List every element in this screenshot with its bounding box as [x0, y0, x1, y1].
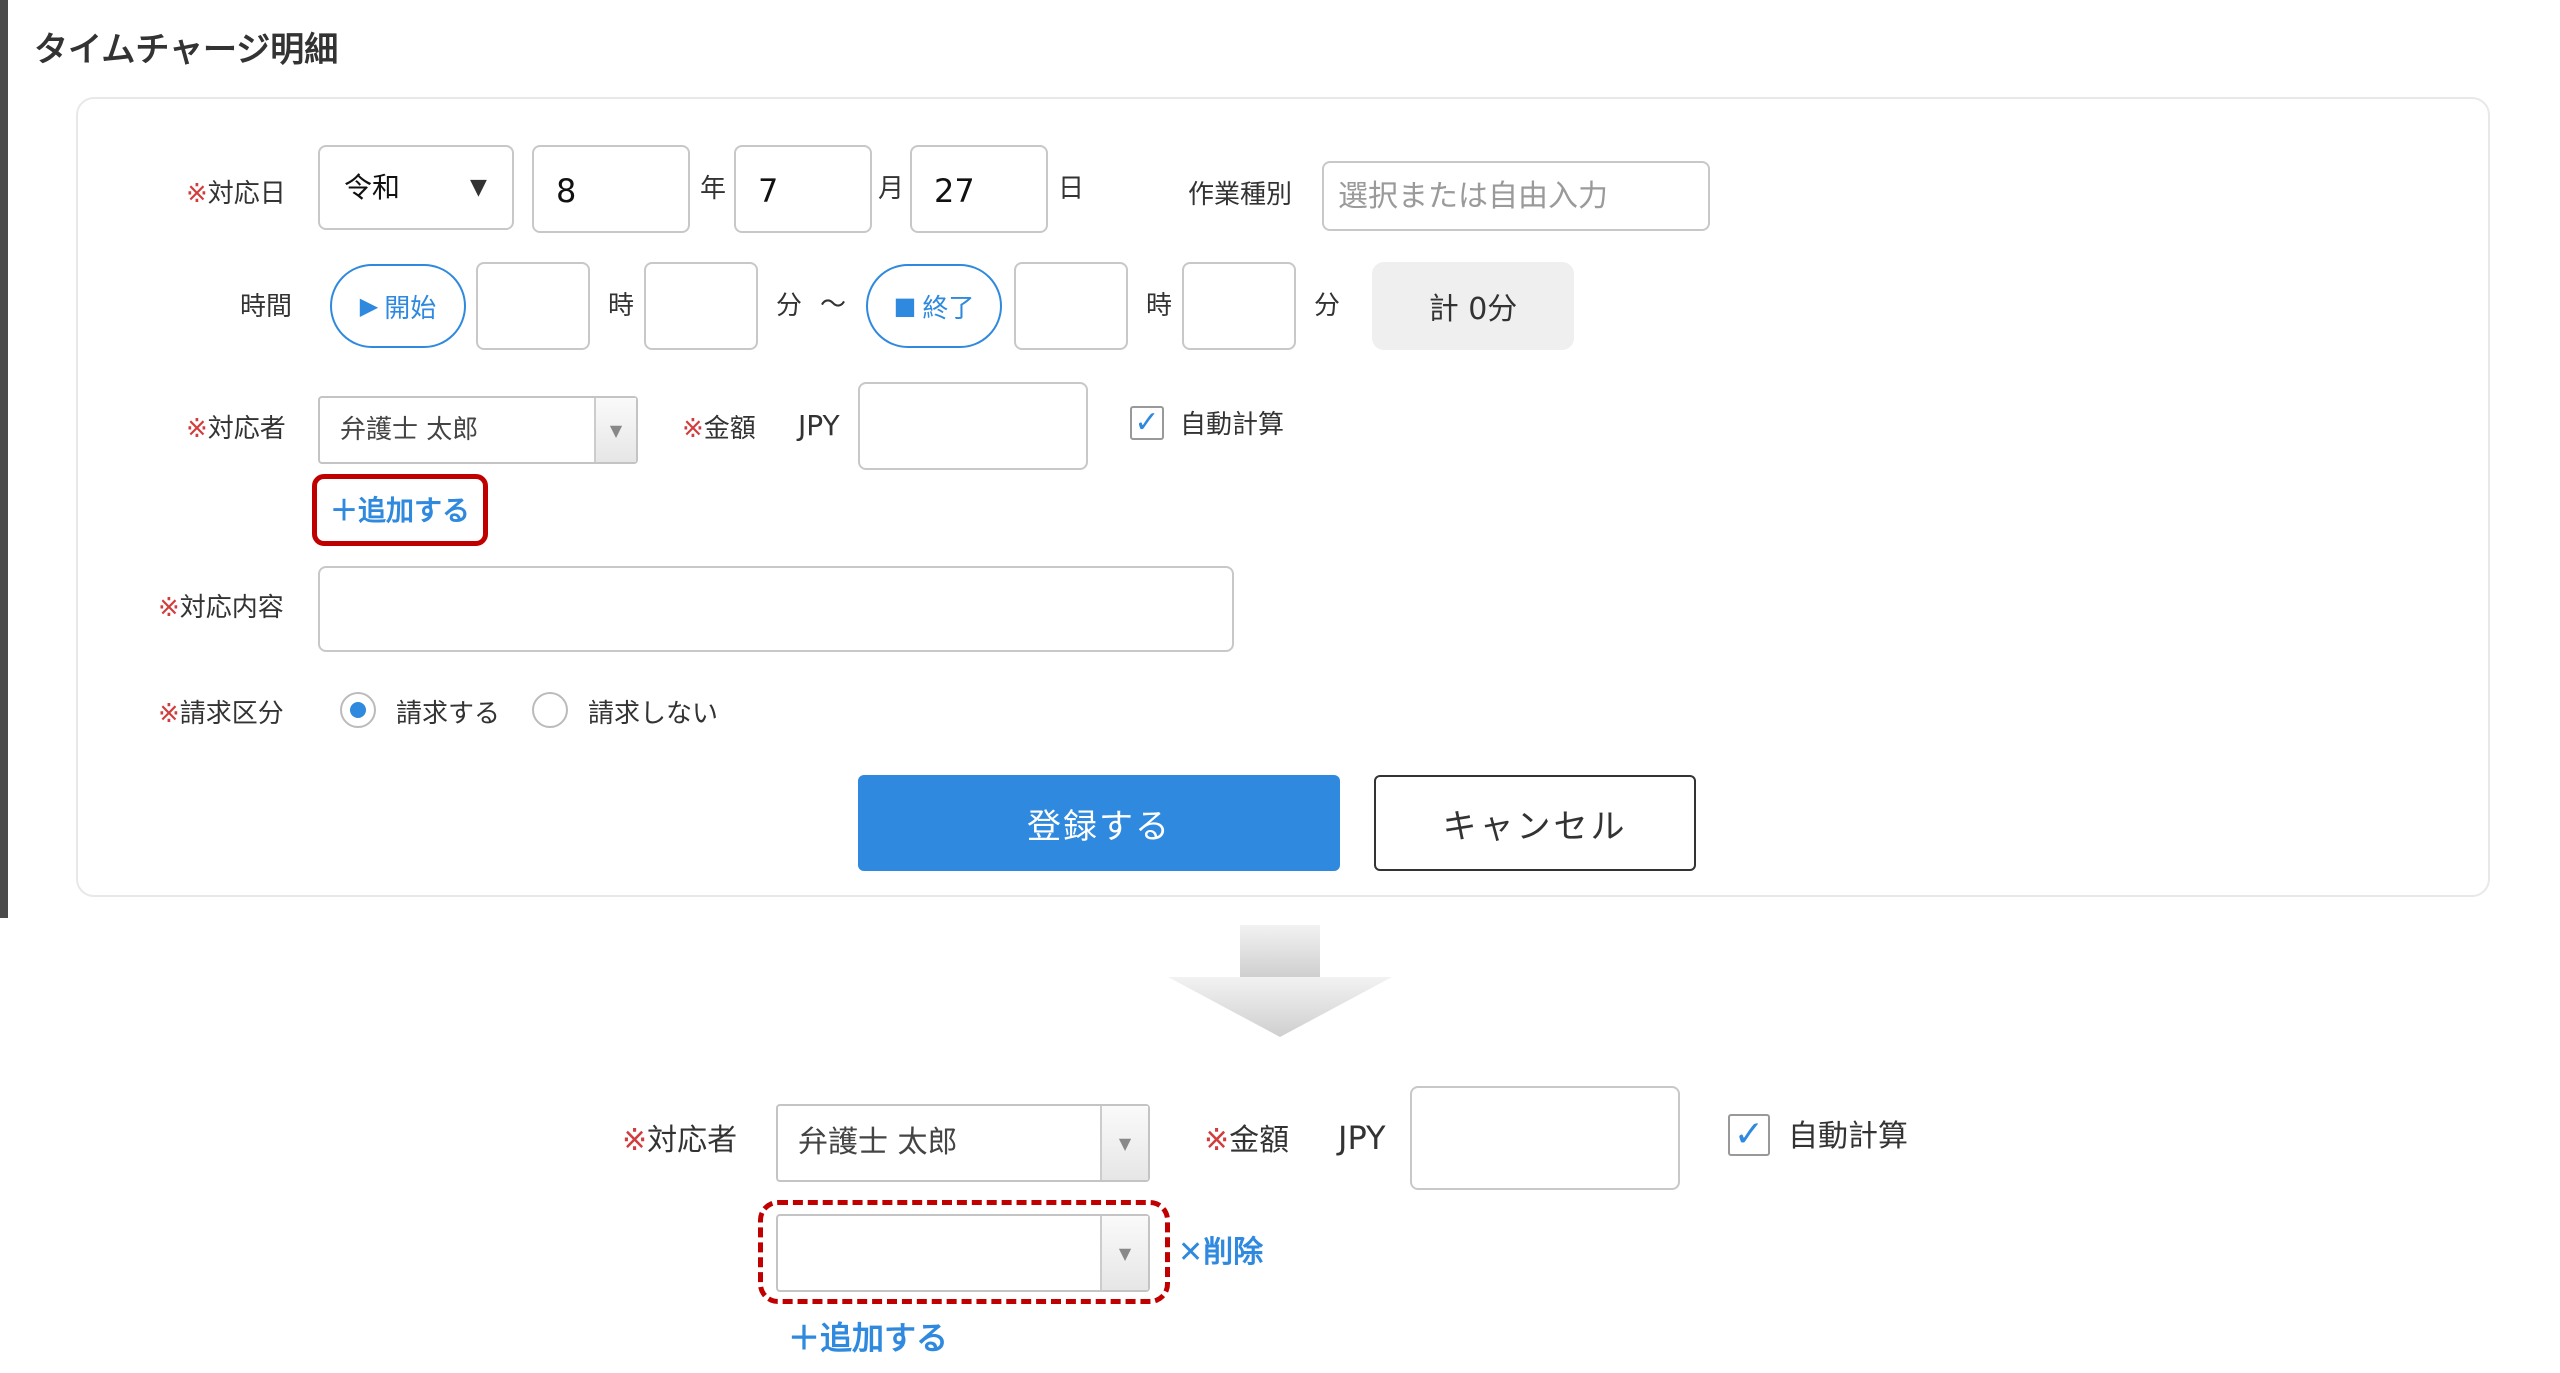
after-person-label-text: 対応者 [647, 1123, 738, 1158]
end-hour-unit: 時 [1146, 291, 1173, 321]
after-person-label: ※対応者 [622, 1126, 737, 1156]
day-input[interactable]: 27 [910, 145, 1048, 233]
day-value: 27 [934, 172, 975, 210]
after-auto-calc-checkbox[interactable]: ✓ [1728, 1114, 1770, 1156]
auto-calc-label: 自動計算 [1180, 410, 1285, 440]
billing-radio-bill[interactable] [340, 692, 376, 728]
era-value: 令和 [344, 171, 401, 204]
caret-down-icon: ▼ [1100, 1216, 1148, 1290]
plus-icon: ＋ [330, 494, 359, 527]
month-value: 7 [758, 172, 779, 210]
billing-radio-nobill[interactable] [532, 692, 568, 728]
currency-label: JPY [798, 409, 840, 442]
billing-label-text: 請求区分 [179, 699, 284, 729]
left-accent-bar [0, 0, 8, 918]
plus-icon: ＋ [788, 1319, 821, 1357]
stop-icon: ■ [893, 292, 917, 320]
work-type-label: 作業種別 [1188, 180, 1293, 210]
required-mark: ※ [622, 1123, 648, 1158]
down-arrow-icon [1168, 925, 1392, 1037]
end-button[interactable]: ■ 終了 [866, 264, 1002, 348]
tilde: ～ [820, 290, 847, 320]
after-amount-label: ※金額 [1204, 1126, 1289, 1156]
year-unit: 年 [700, 174, 727, 204]
total-time-display: 計 0分 [1372, 262, 1574, 350]
start-hour-input[interactable] [476, 262, 590, 350]
end-hour-input[interactable] [1014, 262, 1128, 350]
person-value: 弁護士 太郎 [340, 415, 479, 445]
year-input[interactable]: 8 [532, 145, 690, 233]
new-person-select[interactable]: ▼ [776, 1214, 1150, 1292]
month-input[interactable]: 7 [734, 145, 872, 233]
after-add-person-link[interactable]: ＋追加する [788, 1322, 948, 1354]
after-currency-label: JPY [1338, 1119, 1386, 1157]
content-input[interactable] [318, 566, 1234, 652]
after-amount-input[interactable] [1410, 1086, 1680, 1190]
caret-down-icon: ▼ [1100, 1106, 1148, 1180]
content-label: ※対応内容 [158, 595, 284, 621]
required-mark: ※ [158, 593, 180, 623]
amount-input[interactable] [858, 382, 1088, 470]
start-hour-unit: 時 [608, 291, 635, 321]
add-person-label: 追加する [358, 494, 471, 527]
play-icon: ▶ [359, 292, 379, 320]
after-auto-calc-label: 自動計算 [1788, 1119, 1908, 1154]
year-value: 8 [556, 172, 577, 210]
work-type-input[interactable]: 選択または自由入力 [1322, 161, 1710, 231]
after-add-label: 追加する [820, 1319, 949, 1357]
end-minute-input[interactable] [1182, 262, 1296, 350]
auto-calc-checkbox[interactable]: ✓ [1130, 406, 1164, 440]
day-unit: 日 [1058, 174, 1085, 204]
era-select[interactable]: 令和 ▼ [318, 145, 514, 230]
date-label-text: 対応日 [207, 179, 286, 209]
work-type-placeholder: 選択または自由入力 [1338, 179, 1608, 214]
checkmark-icon: ✓ [1733, 1114, 1765, 1155]
required-mark: ※ [158, 699, 180, 729]
required-mark: ※ [1204, 1123, 1230, 1158]
after-person-value: 弁護士 太郎 [798, 1125, 958, 1160]
person-select[interactable]: 弁護士 太郎 ▼ [318, 396, 638, 464]
add-person-link[interactable]: ＋追加する [330, 497, 470, 525]
required-mark: ※ [186, 414, 208, 444]
caret-down-icon: ▼ [594, 398, 636, 462]
cancel-button[interactable]: キャンセル [1374, 775, 1696, 871]
start-minute-unit: 分 [776, 291, 803, 321]
start-minute-input[interactable] [644, 262, 758, 350]
person-label: ※対応者 [186, 416, 286, 442]
caret-down-icon: ▼ [470, 175, 487, 200]
billing-option-nobill: 請求しない [588, 699, 719, 729]
required-mark: ※ [682, 414, 704, 444]
end-label: 終了 [922, 293, 975, 324]
start-label: 開始 [384, 293, 437, 324]
person-label-text: 対応者 [207, 414, 286, 444]
amount-label-text: 金額 [703, 414, 756, 444]
content-label-text: 対応内容 [179, 593, 284, 623]
after-amount-label-text: 金額 [1229, 1123, 1290, 1158]
page-title: タイムチャージ明細 [34, 30, 339, 70]
end-minute-unit: 分 [1314, 291, 1341, 321]
required-mark: ※ [186, 179, 208, 209]
billing-option-bill: 請求する [396, 699, 501, 729]
amount-label: ※金額 [682, 416, 756, 442]
month-unit: 月 [878, 174, 905, 204]
date-label: ※対応日 [186, 181, 286, 207]
register-button[interactable]: 登録する [858, 775, 1340, 871]
billing-label: ※請求区分 [158, 701, 284, 727]
delete-label: 削除 [1203, 1235, 1264, 1270]
start-button[interactable]: ▶ 開始 [330, 264, 466, 348]
close-icon: ✕ [1178, 1235, 1204, 1270]
after-person-select[interactable]: 弁護士 太郎 ▼ [776, 1104, 1150, 1182]
delete-person-link[interactable]: ✕削除 [1178, 1238, 1263, 1268]
time-label: 時間 [240, 292, 293, 322]
checkmark-icon: ✓ [1134, 405, 1160, 440]
